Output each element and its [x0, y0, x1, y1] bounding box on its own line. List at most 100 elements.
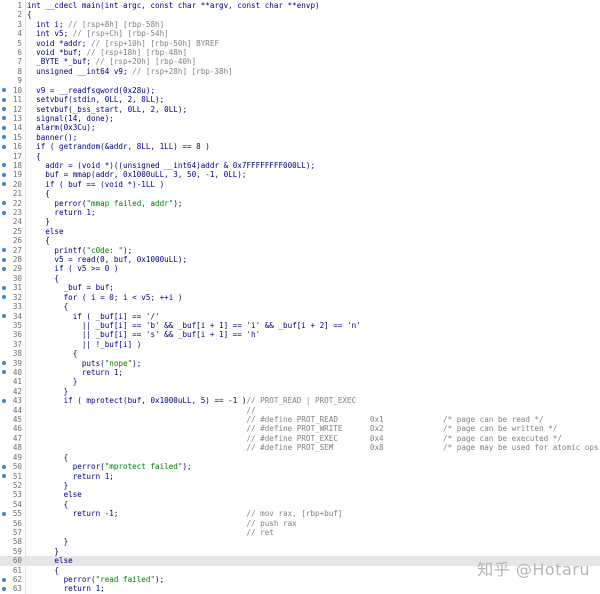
line-number: 2 — [17, 10, 22, 20]
code-line[interactable]: 33 { — [0, 302, 600, 312]
breakpoint-dot-icon[interactable] — [2, 88, 6, 93]
breakpoint-dot-icon[interactable] — [2, 586, 6, 591]
breakpoint-dot-icon[interactable] — [2, 201, 6, 206]
breakpoint-dot-icon[interactable] — [2, 464, 6, 469]
line-number: 22 — [12, 198, 22, 208]
code-text: return 1; — [27, 584, 105, 594]
code-line[interactable]: 53 else — [0, 490, 600, 500]
code-line[interactable]: 28 v5 = read(0, buf, 0x1000uLL); — [0, 255, 600, 265]
code-line[interactable]: 22 perror("mmap failed, addr"); — [0, 199, 600, 209]
code-line[interactable]: 3 int i; // [rsp+8h] [rbp-58h] — [0, 20, 600, 30]
code-line[interactable]: 15 banner(); — [0, 133, 600, 143]
code-line[interactable]: 34 if ( _buf[i] == '/' — [0, 312, 600, 322]
breakpoint-dot-icon[interactable] — [2, 511, 6, 516]
code-line[interactable]: 1 int __cdecl main(int argc, const char *… — [0, 1, 600, 11]
code-line[interactable]: 4 int v5; // [rsp+Ch] [rbp-54h] — [0, 29, 600, 39]
code-line[interactable]: 29 if ( v5 >= 0 ) — [0, 264, 600, 274]
code-line[interactable]: 36 || _buf[i] == 's' && _buf[i + 1] == '… — [0, 330, 600, 340]
code-line[interactable]: 7 _BYTE *_buf; // [rsp+20h] [rbp-40h] — [0, 57, 600, 67]
code-line[interactable]: 46 // #define PROT_WRITE 0x2 /* page can… — [0, 424, 600, 434]
code-line[interactable]: 10 v9 = __readfsqword(0x28u); — [0, 86, 600, 96]
breakpoint-dot-icon[interactable] — [2, 285, 6, 290]
breakpoint-dot-icon[interactable] — [2, 182, 6, 187]
code-text: } — [27, 377, 78, 387]
code-text: if ( buf == (void *)-1LL ) — [27, 179, 165, 189]
code-line[interactable]: 37 || !_buf[i] ) — [0, 340, 600, 350]
code-text: v5 = read(0, buf, 0x1000uLL); — [27, 255, 188, 265]
code-line[interactable]: 35 || _buf[i] == 'b' && _buf[i + 1] == '… — [0, 321, 600, 331]
code-line[interactable]: 55 return -1; // mov rax, [rbp+buf] — [0, 509, 600, 519]
line-number: 54 — [12, 499, 22, 509]
code-line[interactable]: 20 if ( buf == (void *)-1LL ) — [0, 180, 600, 190]
code-line[interactable]: 51 return 1; — [0, 472, 600, 482]
code-line[interactable]: 21 { — [0, 189, 600, 199]
code-line[interactable]: 2{ — [0, 10, 600, 20]
code-line[interactable]: 18 addr = (void *)((unsigned __int64)add… — [0, 161, 600, 171]
code-line[interactable]: 6 void *buf; // [rsp+18h] [rbp-48h] — [0, 48, 600, 58]
code-line[interactable]: 59 } — [0, 547, 600, 557]
line-number: 17 — [12, 151, 22, 161]
breakpoint-dot-icon[interactable] — [2, 125, 6, 130]
code-line[interactable]: 14 alarm(0x3Cu); — [0, 123, 600, 133]
breakpoint-dot-icon[interactable] — [2, 97, 6, 102]
breakpoint-dot-icon[interactable] — [2, 361, 6, 366]
breakpoint-dot-icon[interactable] — [2, 577, 6, 582]
breakpoint-dot-icon[interactable] — [2, 257, 6, 262]
code-line[interactable]: 38 { — [0, 349, 600, 359]
code-line[interactable]: 30 { — [0, 274, 600, 284]
breakpoint-dot-icon[interactable] — [2, 370, 6, 375]
code-line[interactable]: 25 else — [0, 227, 600, 237]
code-line[interactable]: 50 perror("mprotect failed"); — [0, 462, 600, 472]
code-text: { — [27, 302, 69, 312]
breakpoint-dot-icon[interactable] — [2, 172, 6, 177]
breakpoint-dot-icon[interactable] — [2, 107, 6, 111]
code-line[interactable]: 12 setvbuf(_bss_start, 0LL, 2, 0LL); — [0, 105, 600, 115]
code-line[interactable]: 41 } — [0, 377, 600, 387]
code-line[interactable]: 31 _buf = buf; — [0, 283, 600, 293]
code-line[interactable]: 5 void *addr; // [rsp+10h] [rbp-50h] BYR… — [0, 39, 600, 49]
code-line[interactable]: 43 if ( mprotect(buf, 0x1000uLL, 5) == -… — [0, 396, 600, 406]
code-line[interactable]: 56 // push rax — [0, 519, 600, 529]
code-line[interactable]: 44 // — [0, 406, 600, 416]
code-line[interactable]: 58 } — [0, 537, 600, 547]
breakpoint-dot-icon[interactable] — [2, 248, 6, 253]
breakpoint-dot-icon[interactable] — [2, 314, 6, 319]
code-line[interactable]: 39 puts("nope"); — [0, 359, 600, 369]
code-text: else — [27, 556, 73, 566]
code-line[interactable]: 9 — [0, 76, 600, 86]
code-line[interactable]: 47 // #define PROT_EXEC 0x4 /* page can … — [0, 434, 600, 444]
code-line[interactable]: 13 signal(14, done); — [0, 114, 600, 124]
line-number: 59 — [12, 546, 22, 556]
breakpoint-dot-icon[interactable] — [2, 295, 6, 300]
code-line[interactable]: 49 { — [0, 453, 600, 463]
breakpoint-dot-icon[interactable] — [2, 398, 6, 403]
breakpoint-dot-icon[interactable] — [2, 163, 6, 168]
code-line[interactable]: 19 buf = mmap(addr, 0x1000uLL, 3, 50, -1… — [0, 170, 600, 180]
code-line[interactable]: 54 { — [0, 500, 600, 510]
code-line[interactable]: 57 // ret — [0, 528, 600, 538]
breakpoint-dot-icon[interactable] — [2, 116, 6, 121]
code-line[interactable]: 27 printf("c0de: "); — [0, 246, 600, 256]
code-line[interactable]: 17 { — [0, 152, 600, 162]
code-line[interactable]: 23 return 1; — [0, 208, 600, 218]
code-line[interactable]: 11 setvbuf(stdin, 0LL, 2, 0LL); — [0, 95, 600, 105]
breakpoint-dot-icon[interactable] — [2, 135, 6, 140]
code-line[interactable]: 26 { — [0, 236, 600, 246]
code-line[interactable]: 40 return 1; — [0, 368, 600, 378]
breakpoint-dot-icon[interactable] — [2, 474, 6, 478]
breakpoint-dot-icon[interactable] — [2, 144, 6, 149]
code-line[interactable]: 48 // #define PROT_SEM 0x8 /* page may b… — [0, 443, 600, 453]
code-line[interactable]: 32 for ( i = 0; i < v5; ++i ) — [0, 293, 600, 303]
pseudocode-view[interactable]: 1 int __cdecl main(int argc, const char *… — [0, 0, 600, 594]
code-line[interactable]: 24 } — [0, 217, 600, 227]
code-text: setvbuf(stdin, 0LL, 2, 0LL); — [27, 95, 165, 105]
line-number: 34 — [12, 311, 22, 321]
code-line[interactable]: 8 unsigned __int64 v9; // [rsp+28h] [rbp… — [0, 67, 600, 77]
code-line[interactable]: 63 return 1; — [0, 584, 600, 594]
code-line[interactable]: 42 } — [0, 387, 600, 397]
breakpoint-dot-icon[interactable] — [2, 266, 6, 271]
breakpoint-dot-icon[interactable] — [2, 210, 6, 215]
code-line[interactable]: 52 } — [0, 481, 600, 491]
code-line[interactable]: 45 // #define PROT_READ 0x1 /* page can … — [0, 415, 600, 425]
code-line[interactable]: 16 if ( getrandom(&addr, 8LL, 1LL) == 8 … — [0, 142, 600, 152]
